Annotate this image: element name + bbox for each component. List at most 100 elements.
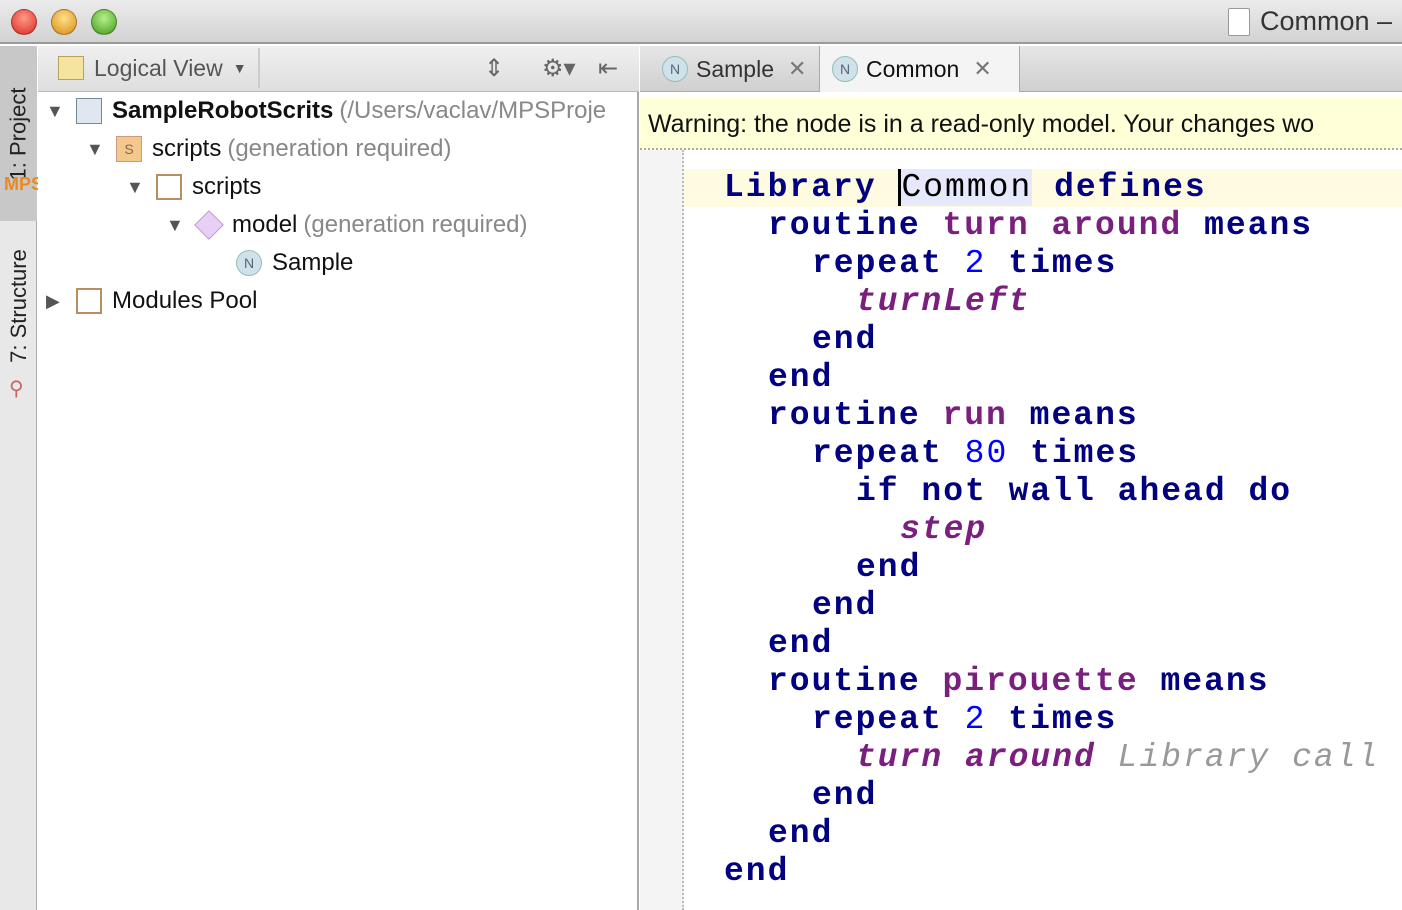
- routine-name: pirouette: [942, 663, 1139, 700]
- tree-item[interactable]: N Sample: [206, 244, 353, 282]
- editor-tabs: N Sample ✕ N Common ✕: [640, 46, 1402, 92]
- close-tab-icon[interactable]: ✕: [973, 56, 991, 82]
- view-selector-label: Logical View: [94, 54, 223, 81]
- code-line[interactable]: if not wall ahead do: [724, 473, 1379, 511]
- keyword: end: [812, 777, 878, 814]
- tree-item[interactable]: ▼ Sscripts (generation required): [86, 130, 451, 168]
- code-line[interactable]: repeat 80 times: [724, 435, 1379, 473]
- tab-structure[interactable]: 7: Structure: [0, 236, 37, 376]
- routine-name: turn around: [942, 207, 1183, 244]
- project-icon: [76, 98, 102, 124]
- view-selector[interactable]: Logical View ▼: [48, 48, 260, 88]
- code-line[interactable]: routine pirouette means: [724, 663, 1379, 701]
- expanded-arrow-icon[interactable]: ▼: [126, 177, 146, 198]
- tab-label: Common: [866, 55, 960, 82]
- code-line[interactable]: repeat 2 times: [724, 701, 1379, 739]
- model-icon: [194, 210, 224, 240]
- keyword: routine: [768, 663, 921, 700]
- library-name: Common: [898, 169, 1033, 206]
- tree-item[interactable]: ▶ Modules Pool: [46, 282, 257, 320]
- logical-view-icon: [58, 56, 84, 80]
- code-line[interactable]: turnLeft: [724, 283, 1379, 321]
- keyword: defines: [1054, 169, 1207, 206]
- zoom-window-button[interactable]: [91, 9, 117, 35]
- expanded-arrow-icon[interactable]: ▼: [166, 215, 186, 236]
- editor-gutter: [640, 150, 684, 910]
- tab-sample[interactable]: N Sample ✕: [650, 46, 820, 92]
- call-hint: Library call: [1117, 739, 1380, 776]
- routine-call: step: [900, 511, 988, 548]
- tree-item-note: (/Users/vaclav/MPSProje: [339, 97, 607, 124]
- tree-item[interactable]: ▼ scripts: [126, 168, 261, 206]
- modules-pool-icon: [76, 288, 102, 314]
- routine-name: run: [942, 397, 1008, 434]
- keyword: end: [724, 853, 790, 890]
- code-content[interactable]: Library Common defines routine turn aroun…: [724, 169, 1379, 891]
- expanded-arrow-icon[interactable]: ▼: [86, 139, 106, 160]
- code-line[interactable]: end: [724, 625, 1379, 663]
- keyword: if not wall ahead do: [856, 473, 1293, 510]
- tree-item-label: Sample: [272, 249, 354, 276]
- code-line[interactable]: end: [724, 777, 1379, 815]
- code-line[interactable]: end: [724, 587, 1379, 625]
- routine-call: turnLeft: [856, 283, 1031, 320]
- project-tree: ▼ SampleRobotScrits (/Users/vaclav/MPSProj…: [38, 92, 639, 910]
- solution-icon: S: [116, 136, 142, 162]
- keyword: routine: [768, 397, 921, 434]
- gear-icon[interactable]: ⚙▾: [542, 54, 576, 83]
- hide-panel-icon[interactable]: ⇤: [598, 54, 618, 83]
- minimize-window-button[interactable]: [51, 9, 77, 35]
- number-literal: 2: [964, 701, 987, 738]
- expanded-arrow-icon[interactable]: ▼: [46, 101, 66, 122]
- routine-call: turn around: [856, 739, 1096, 776]
- tree-item-label: model: [232, 211, 298, 238]
- tab-common[interactable]: N Common ✕: [820, 46, 1020, 92]
- code-line[interactable]: turn around Library call: [724, 739, 1379, 777]
- close-window-button[interactable]: [11, 9, 37, 35]
- code-line[interactable]: end: [724, 359, 1379, 397]
- code-line[interactable]: end: [724, 321, 1379, 359]
- code-line[interactable]: routine run means: [724, 397, 1379, 435]
- keyword: end: [856, 549, 922, 586]
- tree-item-label: scripts: [192, 173, 262, 200]
- node-icon: N: [236, 250, 262, 276]
- tree-item-label: Modules Pool: [112, 287, 258, 314]
- code-line[interactable]: end: [724, 815, 1379, 853]
- keyword: end: [812, 587, 878, 624]
- window-title-text: Common –: [1260, 6, 1393, 36]
- code-line[interactable]: end: [724, 853, 1379, 891]
- close-tab-icon[interactable]: ✕: [788, 56, 806, 82]
- code-line[interactable]: Library Common defines: [724, 169, 1379, 207]
- tree-item-label: SampleRobotScrits: [112, 97, 334, 124]
- collapse-all-icon[interactable]: ⇕: [484, 54, 504, 83]
- tree-item[interactable]: ▼ SampleRobotScrits (/Users/vaclav/MPSProj…: [46, 92, 606, 130]
- tab-project-label: 1: Project: [5, 87, 31, 180]
- title-bar: Common –: [0, 0, 1402, 44]
- document-icon: [1228, 7, 1250, 36]
- code-editor[interactable]: Library Common defines routine turn aroun…: [640, 150, 1402, 910]
- code-line[interactable]: step: [724, 511, 1379, 549]
- code-line[interactable]: repeat 2 times: [724, 245, 1379, 283]
- project-toolbar: Logical View ▼ ⇕ ⚙▾ ⇤: [38, 46, 639, 92]
- code-line[interactable]: end: [724, 549, 1379, 587]
- collapsed-arrow-icon[interactable]: ▶: [46, 291, 66, 312]
- keyword: times: [1008, 701, 1118, 738]
- keyword: repeat: [812, 245, 943, 282]
- tree-item-note: (generation required): [303, 211, 528, 238]
- code-line[interactable]: routine turn around means: [724, 207, 1379, 245]
- node-icon: N: [662, 56, 688, 82]
- tree-item[interactable]: ▼ model (generation required): [166, 206, 528, 244]
